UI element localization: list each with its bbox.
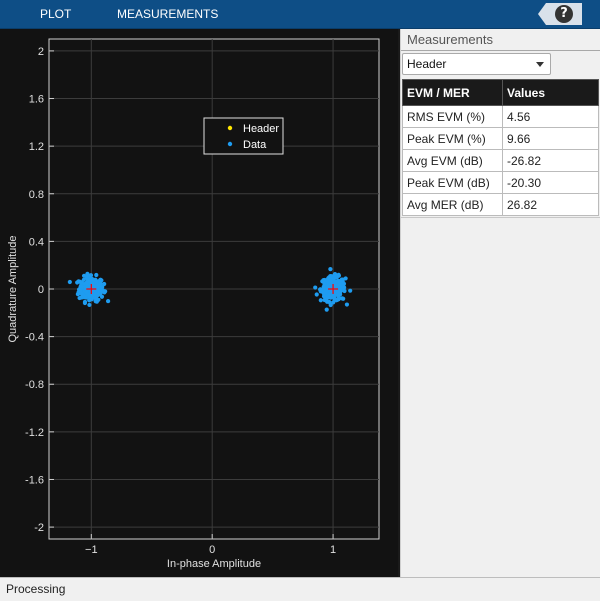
data-point: [332, 272, 338, 277]
plot-panel: −1 0 1 2 1.6 1.2 0.8 0.4 0 -0.4 -0.8 -1.2 -1.6 -2 In-p…: [0, 29, 398, 577]
data-point: [348, 288, 353, 293]
measurements-title: Measurements: [407, 32, 493, 47]
data-point: [94, 291, 99, 296]
data-point: [102, 281, 107, 287]
data-point: [67, 279, 72, 285]
data-point: [324, 307, 329, 312]
legend-marker: [227, 125, 233, 131]
data-point: [91, 286, 97, 291]
dropdown-value: Header: [407, 57, 447, 71]
data-point: [322, 277, 327, 283]
y-tick-label: -1.2: [25, 427, 44, 439]
data-point: [99, 294, 105, 299]
x-tick-label: 1: [330, 544, 336, 556]
data-point: [78, 279, 83, 284]
x-tick-label: 0: [209, 544, 215, 556]
chevron-down-icon: [536, 62, 544, 67]
x-axis-label: In-phase Amplitude: [167, 558, 261, 570]
status-text: Processing: [6, 582, 66, 596]
y-tick-label: 1.6: [29, 94, 44, 106]
y-tick-label: 0.4: [29, 236, 44, 248]
metric-value: 26.82: [502, 193, 599, 216]
metric-name: Peak EVM (%): [402, 127, 503, 150]
data-point: [81, 273, 87, 278]
data-point: [326, 292, 331, 298]
data-point: [94, 272, 99, 278]
data-point: [328, 267, 333, 272]
measurements-panel: Measurements Header EVM / MER Values RMS…: [400, 29, 600, 577]
x-tick-label: −1: [85, 544, 98, 556]
y-tick-label: 0.8: [29, 189, 44, 201]
data-point: [314, 292, 319, 297]
table-row[interactable]: RMS EVM (%) 4.56: [402, 105, 599, 128]
table-row[interactable]: Avg EVM (dB) -26.82: [402, 149, 599, 172]
data-point: [344, 302, 350, 307]
metric-value: -26.82: [502, 149, 599, 172]
metric-value: 9.66: [502, 127, 599, 150]
column-header-metric: EVM / MER: [402, 79, 503, 106]
tab-plot[interactable]: PLOT: [40, 0, 71, 28]
data-point: [321, 284, 326, 289]
metric-name: Peak EVM (dB): [402, 171, 503, 194]
status-bar: Processing: [0, 577, 600, 601]
table-row[interactable]: Avg MER (dB) 26.82: [402, 193, 599, 216]
data-point: [328, 302, 333, 308]
metric-name: Avg EVM (dB): [402, 149, 503, 172]
table-row[interactable]: Peak EVM (%) 9.66: [402, 127, 599, 150]
data-point: [336, 297, 341, 302]
data-point: [332, 296, 337, 302]
measurements-table: EVM / MER Values RMS EVM (%) 4.56 Peak EV…: [402, 79, 599, 216]
data-point: [337, 288, 343, 293]
table-row[interactable]: Peak EVM (dB) -20.30: [402, 171, 599, 194]
data-point: [88, 273, 94, 278]
data-point: [100, 289, 105, 294]
y-tick-label: -0.8: [25, 379, 44, 391]
legend-label: Data: [243, 139, 267, 151]
constellation-chart[interactable]: −1 0 1 2 1.6 1.2 0.8 0.4 0 -0.4 -0.8 -1.2 -1.6 -2 In-p…: [0, 29, 398, 577]
metric-value: 4.56: [502, 105, 599, 128]
y-axis-label: Quadrature Amplitude: [7, 235, 19, 342]
y-tick-label: 1.2: [29, 141, 44, 153]
table-header-row: EVM / MER Values: [402, 79, 599, 106]
toolstrip: PLOT MEASUREMENTS ?: [0, 0, 600, 29]
data-point: [93, 296, 98, 301]
metric-name: RMS EVM (%): [402, 105, 503, 128]
data-point: [86, 292, 92, 297]
metric-name: Avg MER (dB): [402, 193, 503, 216]
data-point: [76, 291, 81, 296]
y-tick-label: -2: [34, 522, 44, 534]
data-point: [105, 298, 111, 304]
data-point: [318, 298, 323, 303]
column-header-values: Values: [502, 79, 599, 106]
data-point: [336, 282, 342, 287]
data-point: [327, 279, 332, 284]
data-point: [335, 278, 340, 283]
help-icon: ?: [555, 5, 573, 23]
data-point: [336, 292, 341, 297]
metric-value: -20.30: [502, 171, 599, 194]
data-point: [313, 285, 318, 290]
data-point: [340, 296, 345, 301]
y-tick-label: 0: [38, 284, 44, 296]
legend-marker: [227, 141, 233, 147]
table-bottom-divider: [401, 217, 600, 218]
y-tick-label: 2: [38, 46, 44, 58]
data-point: [95, 282, 101, 287]
tab-measurements[interactable]: MEASUREMENTS: [117, 0, 218, 28]
data-point: [98, 277, 103, 283]
data-point: [87, 302, 92, 308]
title-divider: [401, 50, 600, 51]
data-point: [82, 300, 88, 306]
data-point: [318, 287, 323, 292]
y-tick-label: -1.6: [25, 474, 44, 486]
legend-label: Header: [243, 123, 279, 135]
help-button[interactable]: ?: [538, 3, 582, 25]
measurement-type-dropdown[interactable]: Header: [402, 53, 551, 75]
y-tick-label: -0.4: [25, 332, 44, 344]
